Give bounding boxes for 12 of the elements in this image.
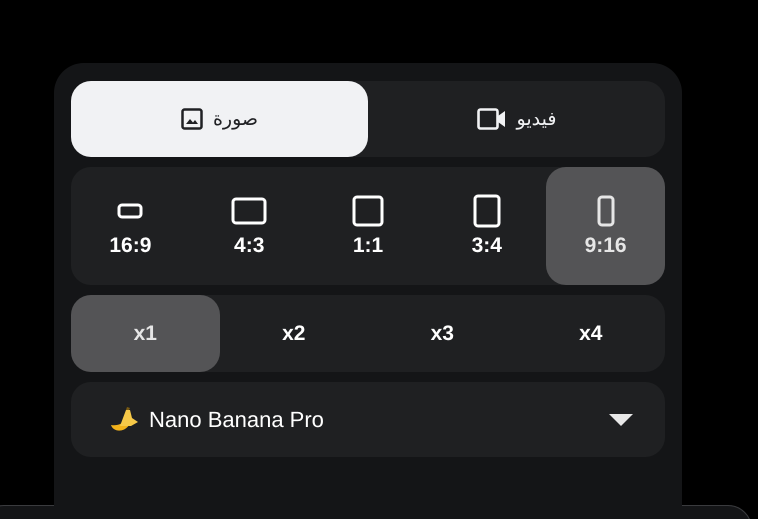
- aspect-ratio-option[interactable]: 3:4: [427, 167, 546, 285]
- count-option[interactable]: x4: [516, 295, 665, 372]
- aspect-ratio-option[interactable]: 4:3: [190, 167, 309, 285]
- aspect-ratio-option[interactable]: 16:9: [71, 167, 190, 285]
- aspect-ratio-option[interactable]: 9:16: [546, 167, 665, 285]
- count-option[interactable]: x3: [368, 295, 516, 372]
- aspect-ratio-option[interactable]: 1:1: [308, 167, 428, 285]
- media-tab[interactable]: صورة: [71, 81, 368, 157]
- media-tab[interactable]: فيديو: [368, 81, 665, 157]
- count-option[interactable]: x1: [71, 295, 220, 372]
- model-dropdown[interactable]: Nano Banana Pro: [71, 382, 665, 457]
- count-option[interactable]: x2: [220, 295, 368, 372]
